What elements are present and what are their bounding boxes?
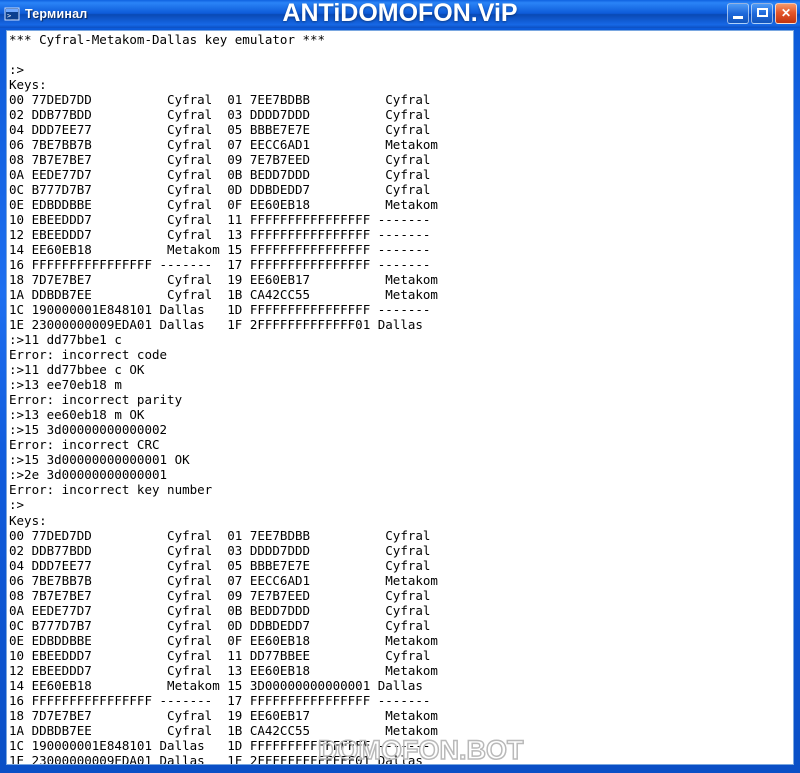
terminal-icon: >_: [4, 6, 20, 22]
terminal-line: :>: [9, 62, 25, 78]
banner-watermark: ANTiDOMOFON.ViP: [282, 0, 518, 27]
terminal-line: 00 77DED7DD Cyfral 01 7EE7BDBB Cyfral: [9, 527, 431, 543]
terminal-line: 06 7BE7BB7B Cyfral 07 EECC6AD1 Metakom: [9, 572, 438, 588]
terminal-line: 12 EBEEDDD7 Cyfral 13 EE60EB18 Metakom: [9, 662, 438, 678]
terminal-line: 02 DDB77BDD Cyfral 03 DDDD7DDD Cyfral: [9, 542, 431, 558]
terminal-line: :>13 ee60eb18 m OK: [9, 407, 145, 423]
minimize-button[interactable]: [727, 3, 749, 24]
terminal-output-area[interactable]: *** Cyfral-Metakom-Dallas key emulator *…: [6, 30, 794, 765]
terminal-line: Keys:: [9, 77, 47, 93]
terminal-line: 1E 23000000009EDA01 Dallas 1F 2FFFFFFFFF…: [9, 752, 423, 765]
terminal-window: >_ Терминал ANTiDOMOFON.ViP ✕ *** Cyfral…: [0, 0, 800, 773]
terminal-line: 04 DDD7EE77 Cyfral 05 BBBE7E7E Cyfral: [9, 122, 431, 138]
terminal-line: :>11 dd77bbee c OK: [9, 362, 145, 378]
terminal-line: 12 EBEEDDD7 Cyfral 13 FFFFFFFFFFFFFFFF -…: [9, 227, 431, 243]
terminal-line: 18 7D7E7BE7 Cyfral 19 EE60EB17 Metakom: [9, 272, 438, 288]
terminal-line: Error: incorrect key number: [9, 482, 213, 498]
terminal-line: 14 EE60EB18 Metakom 15 3D00000000000001 …: [9, 677, 423, 693]
terminal-line: 1A DDBDB7EE Cyfral 1B CA42CC55 Metakom: [9, 722, 438, 738]
terminal-line: 1C 190000001E848101 Dallas 1D FFFFFFFFFF…: [9, 737, 431, 753]
terminal-line: :>11 dd77bbe1 c: [9, 332, 122, 348]
terminal-line: Error: incorrect code: [9, 347, 168, 363]
terminal-line: 08 7B7E7BE7 Cyfral 09 7E7B7EED Cyfral: [9, 587, 431, 603]
maximize-button[interactable]: [751, 3, 773, 24]
terminal-line: :>15 3d00000000000002: [9, 422, 168, 438]
terminal-text: *** Cyfral-Metakom-Dallas key emulator *…: [9, 32, 793, 764]
terminal-line: 18 7D7E7BE7 Cyfral 19 EE60EB17 Metakom: [9, 707, 438, 723]
terminal-line: 0C B777D7B7 Cyfral 0D DDBDEDD7 Cyfral: [9, 617, 431, 633]
terminal-line: 1C 190000001E848101 Dallas 1D FFFFFFFFFF…: [9, 302, 431, 318]
terminal-line: 0C B777D7B7 Cyfral 0D DDBDEDD7 Cyfral: [9, 182, 431, 198]
terminal-line: 16 FFFFFFFFFFFFFFFF ------- 17 FFFFFFFFF…: [9, 257, 431, 273]
terminal-line: 1E 23000000009EDA01 Dallas 1F 2FFFFFFFFF…: [9, 317, 423, 333]
minimize-icon: [733, 16, 743, 19]
terminal-line: 00 77DED7DD Cyfral 01 7EE7BDBB Cyfral: [9, 92, 431, 108]
terminal-line: 14 EE60EB18 Metakom 15 FFFFFFFFFFFFFFFF …: [9, 242, 431, 258]
terminal-line: Error: incorrect CRC: [9, 437, 160, 453]
terminal-line: 0A EEDE77D7 Cyfral 0B BEDD7DDD Cyfral: [9, 602, 431, 618]
svg-text:>_: >_: [7, 12, 16, 20]
terminal-line: Error: incorrect parity: [9, 392, 183, 408]
terminal-line: :>13 ee70eb18 m: [9, 377, 122, 393]
title-bar[interactable]: >_ Терминал ANTiDOMOFON.ViP ✕: [0, 0, 800, 28]
terminal-line: 0A EEDE77D7 Cyfral 0B BEDD7DDD Cyfral: [9, 167, 431, 183]
terminal-line: 1A DDBDB7EE Cyfral 1B CA42CC55 Metakom: [9, 287, 438, 303]
terminal-line: :>2e 3d00000000000001: [9, 467, 168, 483]
terminal-line: 0E EDBDDBBE Cyfral 0F EE60EB18 Metakom: [9, 632, 438, 648]
terminal-line: 02 DDB77BDD Cyfral 03 DDDD7DDD Cyfral: [9, 107, 431, 123]
terminal-line: Keys:: [9, 512, 47, 528]
terminal-line: 10 EBEEDDD7 Cyfral 11 DD77BBEE Cyfral: [9, 647, 431, 663]
terminal-line: :>15 3d00000000000001 OK: [9, 452, 190, 468]
terminal-line: :>: [9, 497, 25, 513]
terminal-line: 0E EDBDDBBE Cyfral 0F EE60EB18 Metakom: [9, 197, 438, 213]
terminal-line: 16 FFFFFFFFFFFFFFFF ------- 17 FFFFFFFFF…: [9, 692, 431, 708]
maximize-icon: [757, 8, 768, 17]
terminal-line: *** Cyfral-Metakom-Dallas key emulator *…: [9, 32, 326, 47]
close-icon: ✕: [780, 6, 792, 20]
terminal-line: 04 DDD7EE77 Cyfral 05 BBBE7E7E Cyfral: [9, 557, 431, 573]
terminal-line: 10 EBEEDDD7 Cyfral 11 FFFFFFFFFFFFFFFF -…: [9, 212, 431, 228]
terminal-line: 06 7BE7BB7B Cyfral 07 EECC6AD1 Metakom: [9, 137, 438, 153]
window-title: Терминал: [25, 7, 88, 21]
terminal-line: 08 7B7E7BE7 Cyfral 09 7E7B7EED Cyfral: [9, 152, 431, 168]
close-button[interactable]: ✕: [775, 3, 797, 24]
window-controls: ✕: [727, 3, 797, 24]
